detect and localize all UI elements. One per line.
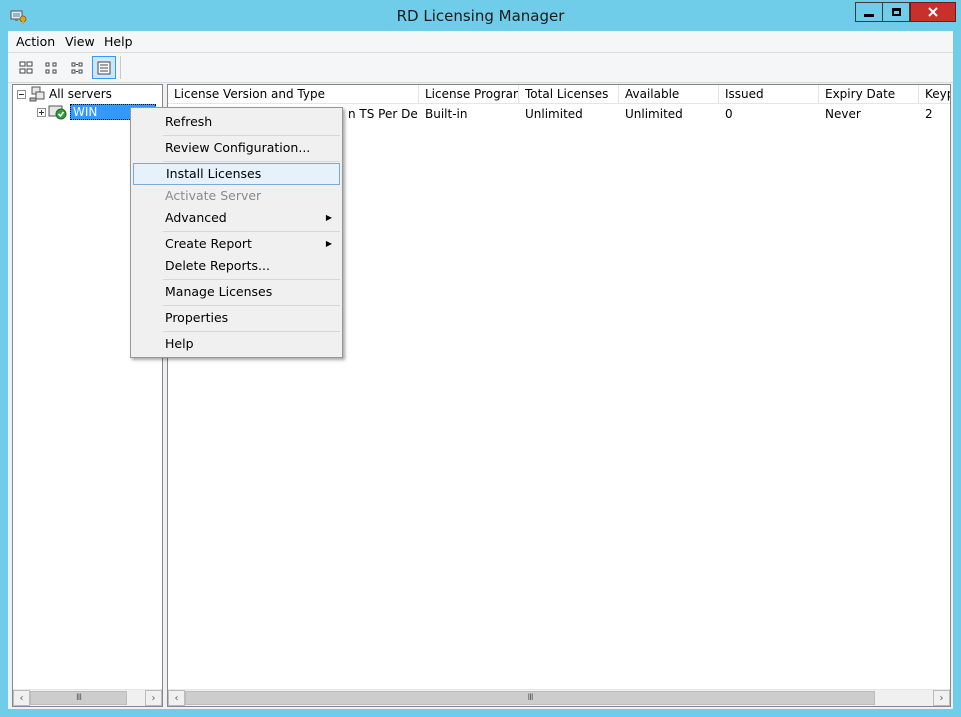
column-total-licenses[interactable]: Total Licenses: [519, 85, 619, 104]
menu-bar: Action View Help: [8, 31, 953, 53]
minimize-button[interactable]: [855, 2, 883, 22]
cell-issued: 0: [725, 107, 733, 121]
list-view-icon: [71, 62, 83, 73]
cell-expiry-date: Never: [825, 107, 861, 121]
expand-icon[interactable]: [37, 107, 46, 117]
column-issued[interactable]: Issued: [719, 85, 819, 104]
minimize-icon: [864, 13, 874, 17]
close-icon: [928, 7, 938, 17]
scroll-left-icon[interactable]: ‹: [168, 690, 185, 706]
app-window: RD Licensing Manager Action View Help Al…: [0, 0, 961, 717]
menu-item-install-licenses[interactable]: Install Licenses: [133, 163, 340, 185]
cell-total-licenses: Unlimited: [525, 107, 583, 121]
menu-separator: [163, 331, 340, 332]
tree-item-all-servers[interactable]: All servers: [17, 85, 114, 103]
cell-license-program: Built-in: [425, 107, 468, 121]
scroll-thumb[interactable]: III: [30, 691, 127, 705]
menu-help[interactable]: Help: [104, 34, 133, 49]
menu-item-activate-server: Activate Server: [165, 188, 262, 203]
scroll-thumb[interactable]: III: [185, 691, 875, 705]
close-button[interactable]: [910, 2, 956, 22]
tree-label-all-servers: All servers: [49, 87, 112, 101]
menu-item-advanced[interactable]: Advanced ▶: [133, 207, 340, 229]
menu-item-delete-reports[interactable]: Delete Reports...: [133, 255, 340, 277]
activated-server-icon: [48, 105, 67, 120]
menu-separator: [163, 135, 340, 136]
menu-item-help[interactable]: Help: [133, 333, 340, 355]
menu-view[interactable]: View: [65, 34, 95, 49]
cell-keypack: 2: [925, 107, 933, 121]
large-icons-view-icon: [19, 61, 33, 73]
details-view-button[interactable]: [92, 56, 116, 79]
list-horizontal-scrollbar[interactable]: ‹ III ›: [168, 689, 950, 706]
menu-item-properties[interactable]: Properties: [133, 307, 340, 329]
tree-horizontal-scrollbar[interactable]: ‹ III ›: [13, 689, 162, 706]
large-icons-view-button[interactable]: [14, 56, 38, 79]
menu-separator: [163, 305, 340, 306]
column-available[interactable]: Available: [619, 85, 719, 104]
scroll-right-icon[interactable]: ›: [145, 690, 162, 706]
column-license-version[interactable]: License Version and Type: [168, 85, 419, 104]
menu-separator: [163, 279, 340, 280]
collapse-icon[interactable]: [17, 89, 26, 99]
server-context-menu: Refresh Review Configuration... Install …: [130, 107, 343, 358]
menu-separator: [163, 231, 340, 232]
menu-item-refresh[interactable]: Refresh: [133, 111, 340, 133]
menu-item-create-report[interactable]: Create Report ▶: [133, 233, 340, 255]
column-license-program[interactable]: License Program: [419, 85, 519, 104]
scroll-left-icon[interactable]: ‹: [13, 690, 30, 706]
column-expiry-date[interactable]: Expiry Date: [819, 85, 919, 104]
details-view-icon: [97, 61, 111, 74]
server-group-icon: [29, 86, 45, 102]
menu-item-advanced-label: Advanced: [165, 210, 227, 225]
list-header: License Version and Type License Program…: [168, 85, 950, 105]
small-icons-view-icon: [45, 62, 57, 73]
cell-available: Unlimited: [625, 107, 683, 121]
list-view-button[interactable]: [66, 56, 90, 79]
window-title: RD Licensing Manager: [396, 7, 565, 25]
submenu-arrow-icon: ▶: [325, 239, 332, 248]
toolbar-separator: [120, 56, 121, 79]
cell-license-version: n TS Per De...: [348, 107, 419, 121]
toolbar: [8, 53, 953, 83]
menu-separator: [163, 161, 340, 162]
small-icons-view-button[interactable]: [40, 56, 64, 79]
submenu-arrow-icon: ▶: [325, 213, 332, 222]
maximize-button[interactable]: [883, 2, 910, 22]
maximize-icon: [891, 8, 901, 16]
scroll-right-icon[interactable]: ›: [933, 690, 950, 706]
menu-action[interactable]: Action: [16, 34, 55, 49]
menu-item-manage-licenses[interactable]: Manage Licenses: [133, 281, 340, 303]
menu-item-review-configuration[interactable]: Review Configuration...: [133, 137, 340, 159]
column-keypack[interactable]: Keyp: [919, 85, 950, 104]
title-bar[interactable]: RD Licensing Manager: [0, 0, 961, 31]
menu-item-create-report-label: Create Report: [165, 236, 252, 251]
